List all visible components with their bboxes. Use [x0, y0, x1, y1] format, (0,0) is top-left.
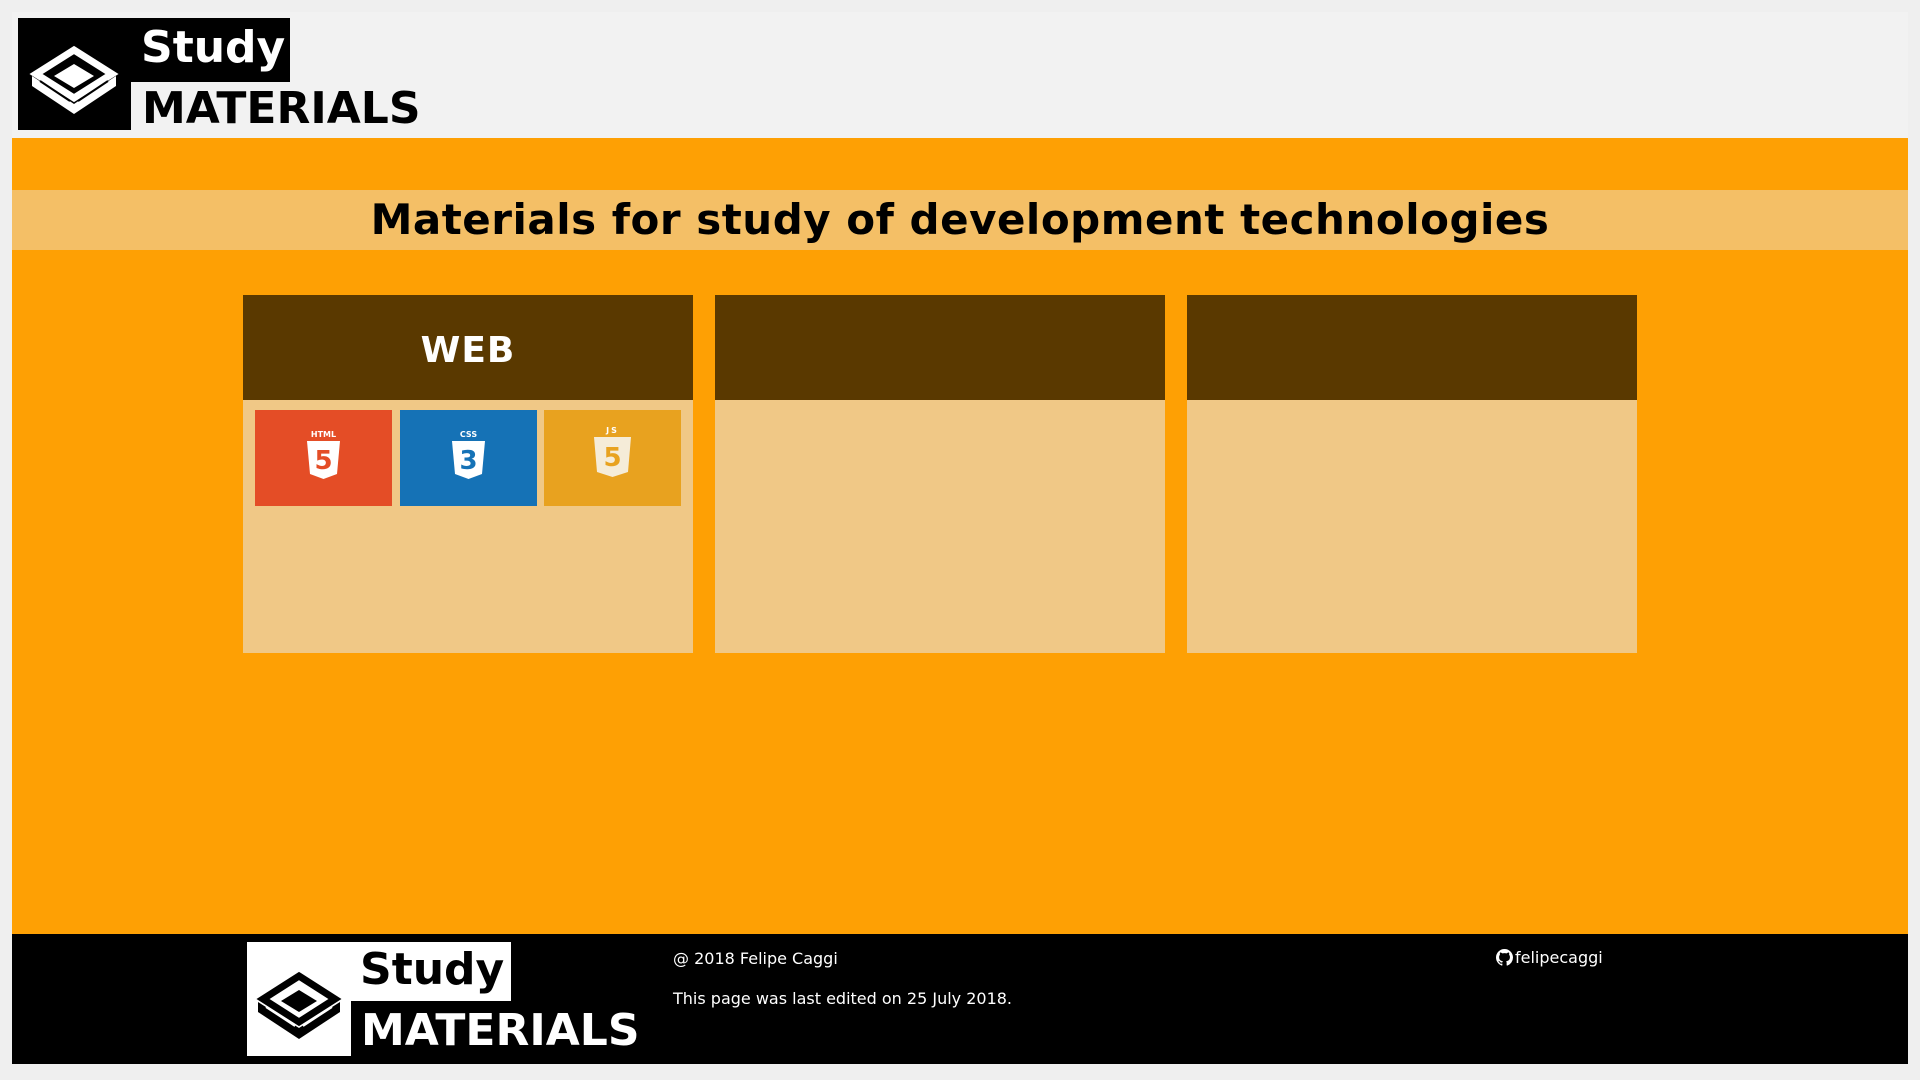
github-link[interactable]: felipecaggi: [1496, 948, 1603, 967]
copyright-text: @ 2018 Felipe Caggi: [673, 949, 838, 968]
tile-css-numeral: 3: [459, 446, 477, 476]
card-title: WEB: [420, 330, 516, 371]
logo-word-study: Study: [131, 18, 290, 82]
logo-word-materials: MATERIALS: [361, 1005, 640, 1056]
logo-word-materials: MATERIALS: [142, 83, 421, 134]
box-icon: [18, 18, 131, 130]
site-header: Study MATERIALS: [12, 12, 1908, 138]
tile-css[interactable]: CSS 3: [400, 410, 537, 506]
card-header: [1187, 295, 1637, 400]
github-username: felipecaggi: [1515, 948, 1603, 967]
site-logo-link[interactable]: Study MATERIALS: [18, 18, 421, 134]
tile-html-label: HTML: [311, 430, 336, 439]
css3-icon: CSS 3: [452, 430, 485, 479]
tile-css-label: CSS: [460, 430, 477, 439]
tile-html[interactable]: HTML 5: [255, 410, 392, 506]
box-icon: [247, 942, 351, 1056]
card-3: [1187, 295, 1637, 653]
site-footer: Study MATERIALS @ 2018 Felipe Caggi This…: [12, 934, 1908, 1064]
last-edited-text: This page was last edited on 25 July 201…: [673, 989, 1013, 1008]
github-icon: [1496, 949, 1513, 966]
page: Study MATERIALS Materials for study of d…: [12, 12, 1908, 1064]
page-title: Materials for study of development techn…: [370, 195, 1550, 244]
html5-icon: HTML 5: [307, 430, 340, 479]
tile-js-numeral: 5: [603, 443, 621, 473]
footer-logo-link[interactable]: Study MATERIALS: [247, 942, 647, 1060]
card-web: WEB HTML 5 CSS 3 JS 5: [243, 295, 693, 653]
card-header: [715, 295, 1165, 400]
headline-banner: Materials for study of development techn…: [12, 190, 1908, 250]
tile-js-label: JS: [605, 426, 619, 435]
js-icon: JS 5: [594, 426, 631, 477]
main-content: Materials for study of development techn…: [12, 138, 1908, 934]
tile-html-numeral: 5: [314, 446, 332, 476]
card-2: [715, 295, 1165, 653]
tile-js[interactable]: JS 5: [544, 410, 681, 506]
card-header: WEB: [243, 295, 693, 400]
logo-word-study: Study: [351, 942, 511, 1001]
